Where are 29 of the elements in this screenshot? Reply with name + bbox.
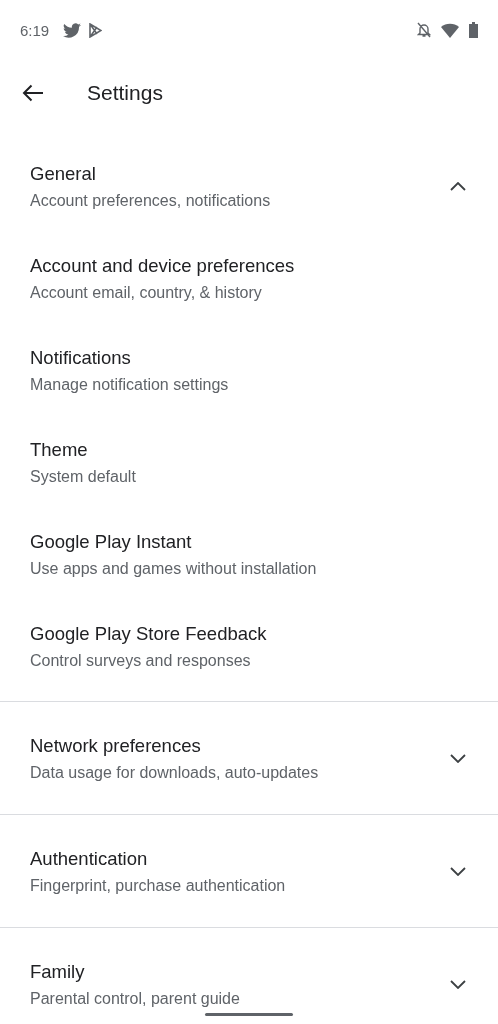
clock: 6:19 — [20, 21, 50, 39]
section-header[interactable]: Network preferences Data usage for downloads, auto-updates — [0, 701, 498, 814]
chevron-down-icon — [450, 866, 466, 876]
section-subtitle: Fingerprint, purchase authentication — [30, 876, 287, 895]
back-button[interactable] — [22, 84, 44, 102]
section-subtitle: Data usage for downloads, auto-updates — [30, 763, 320, 782]
settings-item[interactable]: Google Play Instant Use apps and games without installation — [0, 508, 498, 600]
settings-item[interactable]: Account and device preferences Account email, country, & history — [0, 232, 498, 324]
chevron-down-icon — [450, 753, 466, 763]
page-title: Settings — [87, 81, 163, 105]
chevron-up-icon — [450, 181, 466, 191]
settings-item[interactable]: Notifications Manage notification settings — [0, 324, 498, 416]
section-header[interactable]: Authentication Fingerprint, purchase authentication — [0, 814, 498, 927]
settings-item[interactable]: Google Play Store Feedback Control surveys and responses — [0, 600, 498, 692]
section-title: Family — [30, 960, 86, 983]
wifi-icon — [441, 22, 459, 38]
play-icon — [89, 22, 103, 38]
section-subtitle: Parental control, parent guide — [30, 989, 241, 1008]
section-header[interactable]: General Account preferences, notifications — [0, 140, 498, 232]
section-title: General — [30, 162, 97, 185]
section-subtitle: Account preferences, notifications — [30, 191, 272, 210]
section-title: Network preferences — [30, 734, 202, 757]
section-title: Authentication — [30, 847, 149, 870]
chevron-down-icon — [450, 979, 466, 989]
settings-item[interactable]: Theme System default — [0, 416, 498, 508]
battery-icon — [469, 22, 478, 38]
muted-bell-icon — [417, 22, 431, 38]
bird-icon — [63, 22, 82, 38]
back-arrow-icon — [22, 84, 44, 102]
